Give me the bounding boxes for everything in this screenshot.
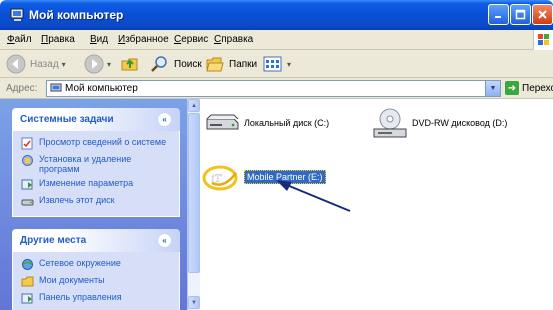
drive-label: DVD-RW дисковод (D:) bbox=[412, 118, 508, 128]
go-arrow-icon: ➜ bbox=[505, 81, 519, 95]
go-button[interactable]: ➜ Переход bbox=[505, 81, 553, 95]
up-folder-button[interactable] bbox=[120, 53, 140, 75]
task-view-system-info[interactable]: Просмотр сведений о системе bbox=[21, 137, 173, 150]
maximize-icon bbox=[515, 9, 526, 20]
menu-view[interactable]: Вид bbox=[90, 34, 108, 45]
menu-favorites[interactable]: Избранное bbox=[118, 34, 169, 45]
address-input[interactable]: Мой компьютер ▼ bbox=[46, 80, 501, 97]
minimize-button[interactable] bbox=[488, 4, 509, 25]
task-eject-disk[interactable]: Извлечь этот диск bbox=[21, 195, 173, 208]
task-add-remove-programs[interactable]: Установка и удаление программ bbox=[21, 154, 173, 174]
chevron-down-icon: ▾ bbox=[287, 59, 292, 69]
control-panel-icon bbox=[21, 179, 33, 190]
close-button[interactable] bbox=[532, 4, 553, 25]
folders-button[interactable]: Папки bbox=[205, 53, 257, 75]
back-button[interactable]: Назад ▾ bbox=[6, 53, 66, 75]
dvd-drive-icon bbox=[373, 108, 407, 138]
drive-e[interactable]: iT Mobile Partner (E:) bbox=[202, 163, 326, 191]
collapse-icon[interactable]: « bbox=[157, 233, 172, 248]
place-my-documents[interactable]: Мои документы bbox=[21, 275, 173, 288]
drive-c[interactable]: Локальный диск (C:) bbox=[204, 113, 329, 133]
my-computer-icon bbox=[10, 8, 24, 21]
forward-arrow-icon bbox=[84, 54, 104, 74]
toolbar: Назад ▾ ▾ Поиск Папки ▾ bbox=[0, 50, 553, 78]
search-button[interactable]: Поиск bbox=[150, 53, 202, 75]
network-icon bbox=[22, 259, 33, 270]
system-info-icon bbox=[21, 137, 33, 150]
hard-drive-icon bbox=[206, 114, 239, 130]
place-network[interactable]: Сетевое окружение bbox=[21, 258, 173, 271]
maximize-button[interactable] bbox=[510, 4, 531, 25]
folder-up-icon bbox=[121, 58, 138, 71]
chevron-down-icon: ▾ bbox=[107, 59, 112, 69]
panel-title: Системные задачи bbox=[20, 114, 114, 125]
back-arrow-icon bbox=[6, 54, 26, 74]
menu-edit[interactable]: Правка bbox=[41, 34, 75, 45]
svg-text:iT: iT bbox=[211, 171, 222, 185]
menu-tools[interactable]: Сервис bbox=[174, 34, 208, 45]
file-view: Локальный диск (C:) DVD-RW дисковод (D:)… bbox=[200, 99, 553, 310]
windows-logo-icon bbox=[533, 30, 553, 50]
my-computer-icon bbox=[50, 83, 62, 92]
address-bar: Адрес: Мой компьютер ▼ ➜ Переход bbox=[0, 78, 553, 99]
panel-title: Другие места bbox=[20, 235, 87, 246]
forward-button[interactable]: ▾ bbox=[84, 53, 111, 75]
window-title: Мой компьютер bbox=[29, 8, 124, 22]
task-pane-scrollbar[interactable]: ▲ ▼ bbox=[187, 99, 200, 310]
address-label: Адрес: bbox=[6, 83, 38, 94]
drive-label: Mobile Partner (E:) bbox=[244, 170, 326, 184]
close-icon bbox=[538, 10, 547, 19]
other-places-header[interactable]: Другие места « bbox=[12, 229, 180, 252]
other-places-panel: Другие места « Сетевое окружение Мои док… bbox=[12, 229, 180, 310]
minimize-icon bbox=[495, 16, 501, 18]
scroll-thumb[interactable] bbox=[188, 113, 200, 273]
view-mode-icon bbox=[263, 56, 282, 72]
folders-icon bbox=[206, 57, 224, 72]
task-change-setting[interactable]: Изменение параметра bbox=[21, 178, 173, 191]
system-tasks-header[interactable]: Системные задачи « bbox=[12, 108, 180, 131]
address-value: Мой компьютер bbox=[65, 83, 138, 94]
place-control-panel[interactable]: Панель управления bbox=[21, 292, 173, 305]
menu-file[interactable]: Файл bbox=[7, 34, 32, 45]
chevron-down-icon: ▾ bbox=[61, 59, 66, 69]
search-icon bbox=[151, 56, 167, 72]
eject-disk-icon bbox=[21, 199, 34, 206]
system-tasks-panel: Системные задачи « Просмотр сведений о с… bbox=[12, 108, 180, 217]
add-remove-programs-icon bbox=[22, 155, 33, 166]
task-pane: Системные задачи « Просмотр сведений о с… bbox=[0, 99, 200, 310]
drive-label: Локальный диск (C:) bbox=[244, 118, 330, 128]
view-mode-button[interactable]: ▾ bbox=[262, 53, 291, 75]
menu-bar: Файл Правка Вид Избранное Сервис Справка bbox=[0, 30, 553, 50]
menu-help[interactable]: Справка bbox=[214, 34, 253, 45]
title-bar[interactable]: Мой компьютер bbox=[0, 0, 553, 30]
scroll-up-button[interactable]: ▲ bbox=[188, 99, 200, 112]
scroll-down-button[interactable]: ▼ bbox=[188, 296, 200, 309]
collapse-icon[interactable]: « bbox=[157, 112, 172, 127]
address-dropdown-button[interactable]: ▼ bbox=[485, 81, 500, 96]
drive-d[interactable]: DVD-RW дисковод (D:) bbox=[372, 107, 507, 139]
folder-icon bbox=[21, 276, 34, 287]
control-panel-icon bbox=[21, 293, 33, 304]
mobile-partner-icon: iT bbox=[202, 165, 238, 191]
